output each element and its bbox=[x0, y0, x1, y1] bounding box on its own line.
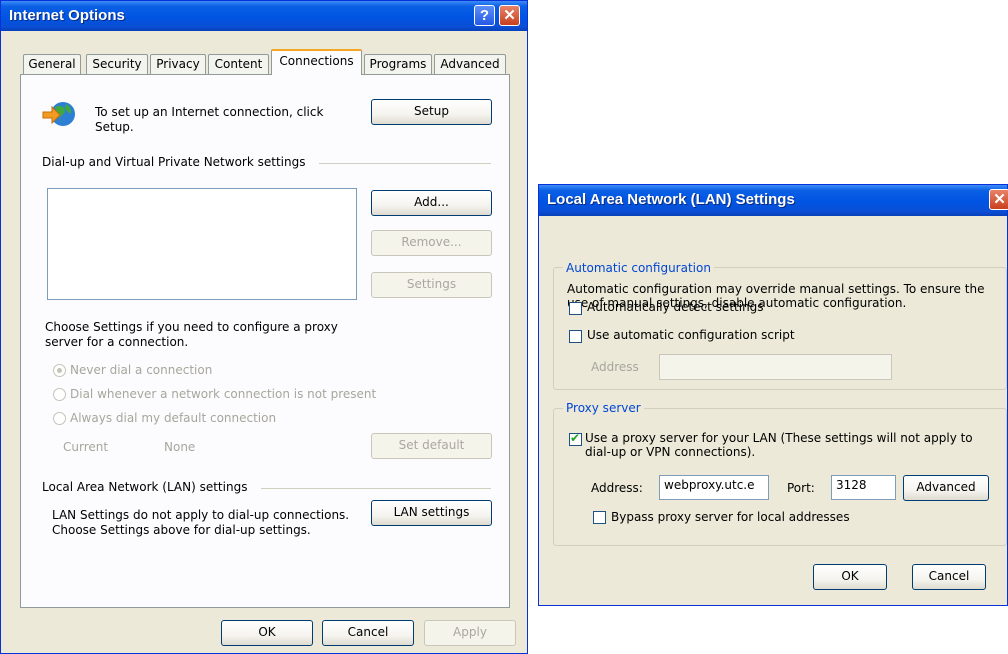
cancel-button[interactable]: Cancel bbox=[322, 620, 414, 646]
set-default-button[interactable]: Set default bbox=[371, 433, 492, 459]
dialup-heading: Dial-up and Virtual Private Network sett… bbox=[42, 155, 306, 169]
lan-ok-button[interactable]: OK bbox=[813, 564, 887, 590]
tab-general[interactable]: General bbox=[23, 54, 81, 74]
proxy-address-input[interactable]: webproxy.utc.e bbox=[659, 475, 769, 500]
advanced-button[interactable]: Advanced bbox=[903, 475, 989, 501]
internet-options-window: Internet Options ? ✕ General Security Pr… bbox=[0, 0, 528, 654]
lan-divider bbox=[261, 488, 491, 489]
add-button[interactable]: Add... bbox=[371, 190, 492, 216]
lan-note-line2: Choose Settings above for dial-up settin… bbox=[52, 523, 311, 537]
tab-advanced[interactable]: Advanced bbox=[434, 54, 506, 74]
tab-privacy[interactable]: Privacy bbox=[150, 54, 206, 74]
dialup-divider bbox=[319, 163, 491, 164]
automatic-configuration-title: Automatic configuration bbox=[563, 261, 714, 275]
script-address-label: Address bbox=[591, 360, 639, 374]
use-proxy-label-line1: Use a proxy server for your LAN (These s… bbox=[585, 431, 973, 445]
auto-script-checkbox[interactable] bbox=[569, 330, 582, 343]
lan-note-line1: LAN Settings do not apply to dial-up con… bbox=[52, 508, 350, 522]
lan-settings-button[interactable]: LAN settings bbox=[371, 500, 492, 526]
close-icon[interactable]: ✕ bbox=[499, 5, 520, 26]
internet-options-titlebar[interactable]: Internet Options ? ✕ bbox=[1, 1, 527, 31]
radio-never-dial[interactable] bbox=[53, 364, 66, 377]
settings-button[interactable]: Settings bbox=[371, 272, 492, 298]
setup-text-line2: Setup. bbox=[95, 120, 134, 134]
remove-button[interactable]: Remove... bbox=[371, 230, 492, 256]
radio-always-dial-label: Always dial my default connection bbox=[70, 411, 277, 425]
auto-script-label: Use automatic configuration script bbox=[587, 328, 795, 342]
use-proxy-checkbox[interactable]: ✔ bbox=[569, 431, 582, 446]
lan-cancel-button[interactable]: Cancel bbox=[912, 564, 986, 590]
connections-list[interactable] bbox=[47, 188, 357, 300]
lan-window-title: Local Area Network (LAN) Settings bbox=[547, 191, 795, 208]
address-label: Address: bbox=[591, 481, 643, 495]
tab-programs[interactable]: Programs bbox=[364, 54, 432, 74]
ok-button[interactable]: OK bbox=[221, 620, 313, 646]
setup-text-line1: To set up an Internet connection, click bbox=[95, 105, 324, 119]
lan-settings-window: Local Area Network (LAN) Settings ✕ Auto… bbox=[538, 184, 1008, 606]
proxy-port-input[interactable]: 3128 bbox=[831, 475, 896, 500]
window-title: Internet Options bbox=[9, 7, 125, 24]
radio-dial-when-no-network[interactable] bbox=[53, 388, 66, 401]
lan-close-icon[interactable]: ✕ bbox=[989, 189, 1008, 210]
setup-button[interactable]: Setup bbox=[371, 99, 492, 125]
proxy-server-title: Proxy server bbox=[563, 401, 644, 415]
bypass-checkbox[interactable] bbox=[593, 511, 606, 524]
auto-note-line1: Automatic configuration may override man… bbox=[567, 282, 985, 296]
connections-panel: To set up an Internet connection, click … bbox=[20, 74, 510, 608]
current-value: None bbox=[164, 440, 196, 454]
auto-detect-checkbox[interactable] bbox=[569, 302, 582, 315]
radio-never-dial-label: Never dial a connection bbox=[70, 363, 213, 377]
radio-dial-when-no-network-label: Dial whenever a network connection is no… bbox=[70, 387, 377, 401]
globe-with-arrow-icon bbox=[42, 102, 75, 126]
script-address-input[interactable] bbox=[659, 354, 892, 380]
proxy-note-line2: server for a connection. bbox=[45, 335, 189, 349]
auto-detect-label: Automatically detect settings bbox=[587, 300, 764, 314]
apply-button[interactable]: Apply bbox=[424, 620, 516, 646]
lan-settings-titlebar[interactable]: Local Area Network (LAN) Settings ✕ bbox=[539, 185, 1008, 216]
lan-heading: Local Area Network (LAN) settings bbox=[42, 480, 248, 494]
tab-security[interactable]: Security bbox=[86, 54, 148, 74]
tab-content[interactable]: Content bbox=[208, 54, 269, 74]
port-label: Port: bbox=[787, 481, 815, 495]
help-icon[interactable]: ? bbox=[474, 5, 495, 26]
current-label: Current bbox=[63, 440, 109, 454]
use-proxy-label-line2: dial-up or VPN connections). bbox=[585, 445, 756, 459]
bypass-label: Bypass proxy server for local addresses bbox=[611, 510, 850, 524]
tab-connections[interactable]: Connections bbox=[271, 49, 362, 75]
proxy-note-line1: Choose Settings if you need to configure… bbox=[45, 320, 338, 334]
radio-always-dial[interactable] bbox=[53, 412, 66, 425]
